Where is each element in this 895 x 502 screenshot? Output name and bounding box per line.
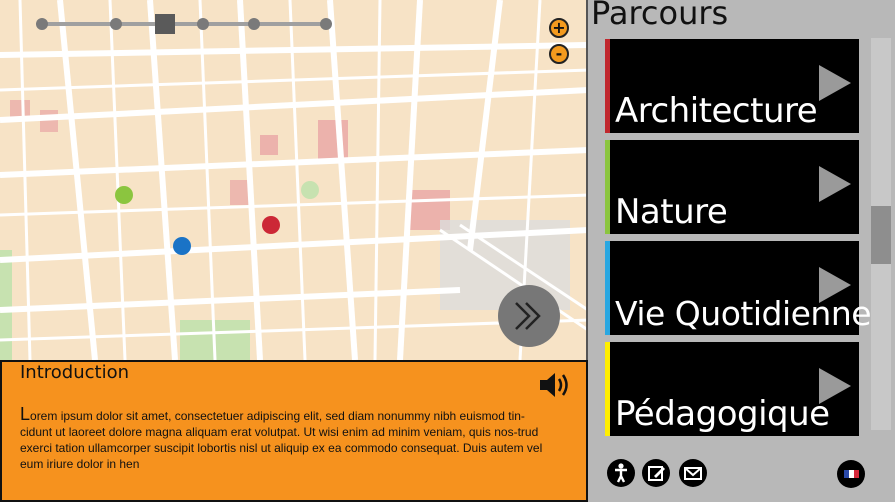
route-color-bar [605,39,610,133]
route-color-bar [605,342,610,436]
route-color-bar [605,241,610,335]
play-arrow-icon [819,166,851,202]
route-label: Vie Quotidienne [615,294,872,333]
route-pedagogique[interactable]: Pédagogique [605,342,859,436]
poi-marker-green[interactable] [115,186,133,204]
next-button[interactable] [498,285,560,347]
poi-marker-red[interactable] [262,216,280,234]
zoom-out-button[interactable]: - [549,44,569,64]
zoom-slider-handle[interactable] [155,14,175,34]
play-arrow-icon [819,65,851,101]
route-label: Architecture [615,91,818,131]
introduction-title: Introduction [20,362,130,383]
mail-icon[interactable] [679,459,707,487]
route-label: Pédagogique [615,394,830,434]
speaker-icon[interactable] [538,370,572,400]
map-view[interactable]: + - [0,0,588,360]
edit-icon[interactable] [642,459,670,487]
route-color-bar [605,140,610,234]
zoom-in-button[interactable]: + [549,18,569,38]
panel-title: Parcours [591,0,729,32]
introduction-panel: Introduction Lorem ipsum dolor sit amet,… [0,360,588,502]
route-architecture[interactable]: Architecture [605,39,859,133]
double-chevron-right-icon [515,302,541,330]
scrollbar-thumb[interactable] [871,206,891,264]
poi-marker-blue[interactable] [173,237,191,255]
introduction-text: Lorem ipsum dolor sit amet, consectetuer… [20,404,543,471]
accessibility-icon[interactable] [607,459,635,487]
route-vie-quotidienne[interactable]: Vie Quotidienne [605,241,872,335]
scrollbar[interactable] [871,38,891,430]
routes-panel: Parcours Architecture Nature Vie Quotidi… [588,0,895,502]
french-flag-icon[interactable] [837,460,865,488]
route-nature[interactable]: Nature [605,140,859,234]
route-label: Nature [615,192,728,232]
